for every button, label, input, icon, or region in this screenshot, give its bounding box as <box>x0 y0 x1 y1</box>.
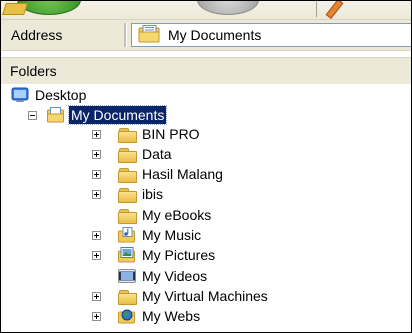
folder-icon <box>118 126 137 143</box>
expand-toggle[interactable] <box>92 251 101 260</box>
folder-icon <box>118 288 137 305</box>
tree-item-my-ebooks[interactable]: My eBooks <box>118 205 213 225</box>
desktop-icon <box>11 87 29 102</box>
expand-toggle[interactable] <box>92 312 101 321</box>
tree-item-label: My Videos <box>142 268 208 284</box>
tree-item-label: My Virtual Machines <box>142 288 268 304</box>
folder-tree[interactable]: Desktop My Documents BIN PRO Data Hasil <box>1 84 411 332</box>
my-documents-icon <box>47 107 64 123</box>
tree-item-label: My eBooks <box>142 207 212 223</box>
address-separator <box>124 23 127 47</box>
address-label: Address <box>11 27 63 43</box>
expand-toggle[interactable] <box>92 130 101 139</box>
forward-icon[interactable] <box>197 1 259 15</box>
folder-icon <box>118 186 137 203</box>
videos-folder-icon <box>118 269 136 283</box>
folders-pane-title: Folders <box>10 63 57 79</box>
tree-item-label: My Music <box>142 227 202 243</box>
address-input[interactable]: My Documents <box>131 23 411 47</box>
expand-toggle[interactable] <box>92 170 101 179</box>
folder-icon <box>118 207 137 224</box>
tree-item-my-pictures[interactable]: My Pictures <box>118 245 217 265</box>
tree-item-label: My Pictures <box>142 247 216 263</box>
expand-toggle[interactable] <box>92 150 101 159</box>
tree-item-label: Desktop <box>35 87 87 103</box>
folder-up-icon[interactable] <box>1 1 29 15</box>
toolbar <box>1 1 411 20</box>
tree-item-my-videos[interactable]: My Videos <box>118 266 209 286</box>
expand-toggle[interactable] <box>92 292 101 301</box>
tree-item-label: Hasil Malang <box>142 166 223 182</box>
expand-toggle[interactable] <box>92 190 101 199</box>
folder-icon <box>118 166 137 183</box>
pictures-folder-icon <box>118 247 135 263</box>
my-documents-icon <box>138 25 160 43</box>
explorer-window: Address My Documents Folders Desktop My … <box>0 0 412 333</box>
tree-item-label: My Webs <box>142 308 201 324</box>
tree-item-label: My Documents <box>67 105 168 125</box>
tree-item-my-music[interactable]: My Music <box>118 225 203 245</box>
edit-icon[interactable] <box>325 1 349 19</box>
tree-item-desktop[interactable]: Desktop <box>11 85 88 105</box>
folders-pane-header: Folders <box>1 57 411 85</box>
address-bar: Address My Documents <box>1 20 411 51</box>
tree-item-label: ibis <box>142 186 164 202</box>
webs-folder-icon <box>118 309 135 324</box>
expand-toggle[interactable] <box>92 231 101 240</box>
tree-item-my-virtual-machines[interactable]: My Virtual Machines <box>118 286 270 306</box>
address-value: My Documents <box>168 27 262 43</box>
tree-item-my-webs[interactable]: My Webs <box>118 306 202 326</box>
tree-item-data[interactable]: Data <box>118 144 174 164</box>
tree-item-label: Data <box>142 146 172 162</box>
tree-item-label: BIN PRO <box>142 126 200 142</box>
tree-item-my-documents[interactable]: My Documents <box>47 105 168 125</box>
tree-item-hasil-malang[interactable]: Hasil Malang <box>118 164 225 184</box>
toolbar-separator <box>316 1 317 17</box>
music-folder-icon <box>118 227 135 243</box>
tree-item-bin-pro[interactable]: BIN PRO <box>118 124 202 144</box>
folder-icon <box>118 146 137 163</box>
tree-item-ibis[interactable]: ibis <box>118 184 165 204</box>
collapse-toggle[interactable] <box>28 111 37 120</box>
